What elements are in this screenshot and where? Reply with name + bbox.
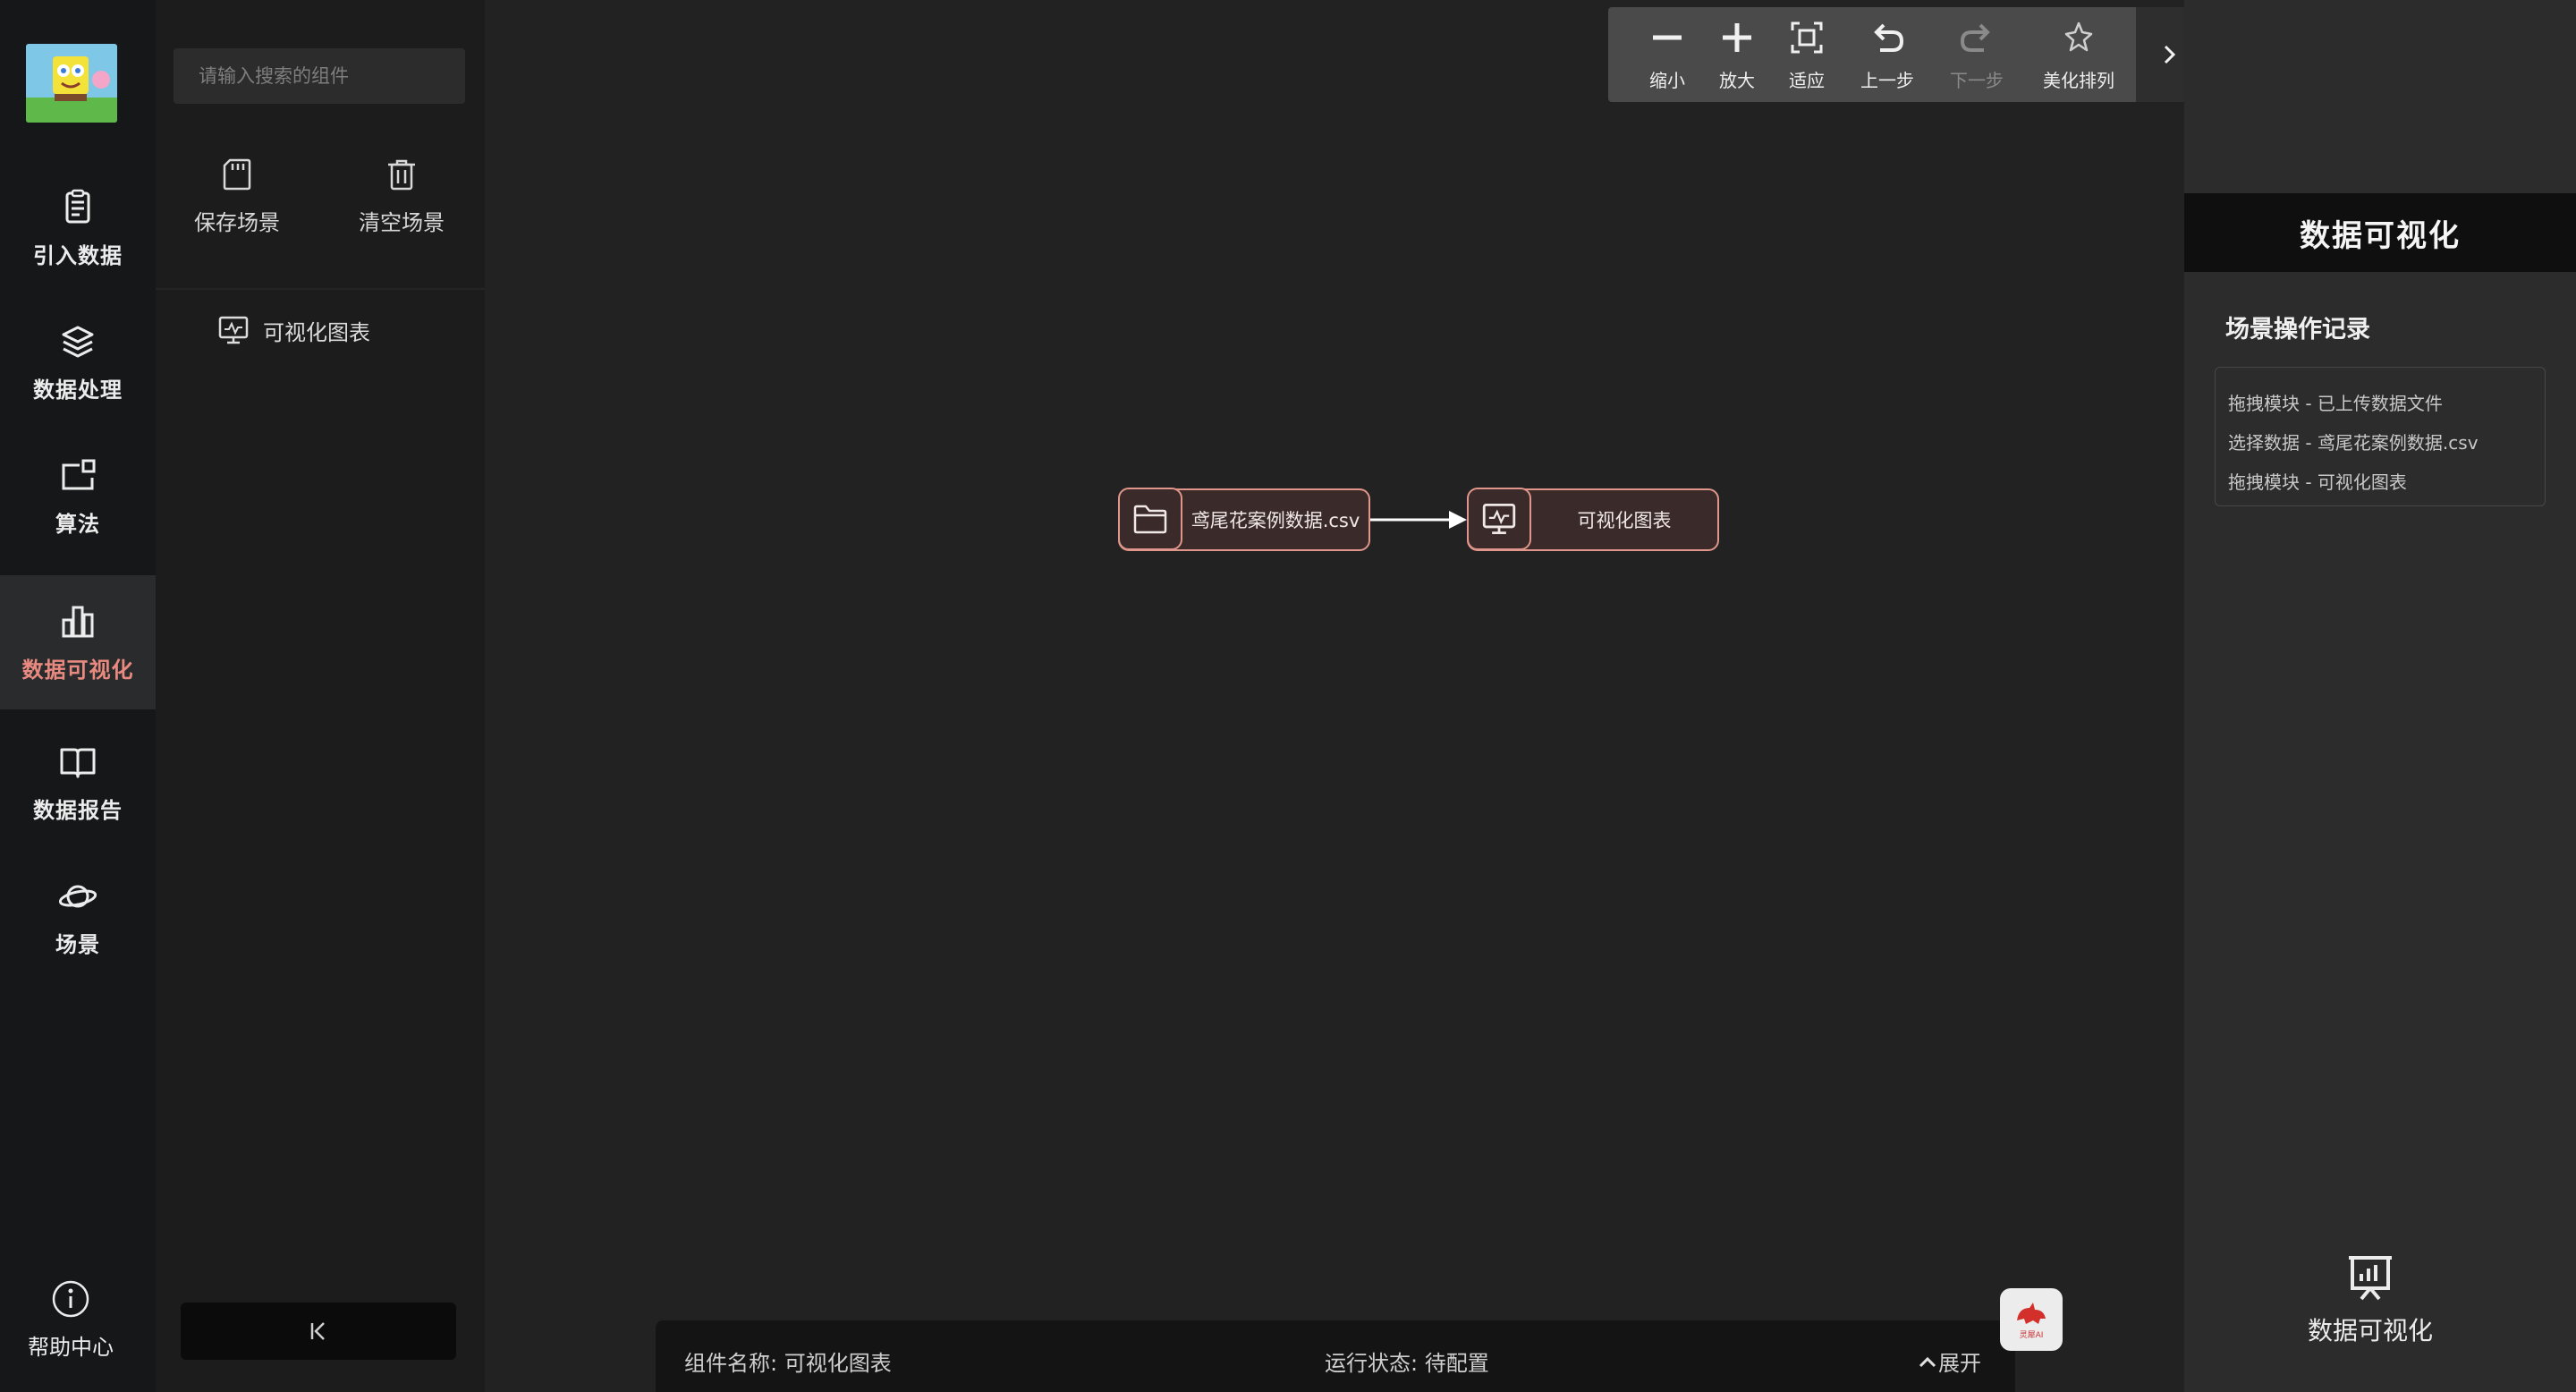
nav-item-data-processing[interactable]: 数据处理 (0, 295, 156, 429)
beautify-layout-label: 美化排列 (2043, 70, 2114, 91)
component-item-visual-chart[interactable]: 可视化图表 (218, 309, 370, 352)
save-scene-label: 保存场景 (194, 210, 280, 235)
trash-icon (388, 159, 415, 191)
zoom-in-button[interactable]: 放大 (1699, 7, 1775, 102)
nav-item-algorithm[interactable]: 算法 (0, 429, 156, 564)
nav-item-label: 算法 (55, 511, 100, 537)
collapse-panel-button[interactable] (181, 1303, 456, 1360)
operation-log-list: 拖拽模块 - 已上传数据文件 选择数据 - 鸢尾花案例数据.csv 拖拽模块 -… (2215, 367, 2546, 506)
undo-label: 上一步 (1860, 70, 1914, 91)
fit-view-button[interactable]: 适应 (1769, 7, 1844, 102)
monitor-chart-icon (1482, 503, 1516, 535)
chart-board-icon (2349, 1256, 2392, 1301)
right-panel: 数据可视化 场景操作记录 拖拽模块 - 已上传数据文件 选择数据 - 鸢尾花案例… (2184, 0, 2576, 1392)
canvas-toolbar: 缩小 放大 适应 上一步 下一步 美化排列 (1608, 7, 2136, 102)
component-panel: 保存场景 清空场景 可视化图表 (156, 0, 486, 1392)
data-visualization-label: 数据可视化 (2307, 1316, 2433, 1345)
connection-arrow (1370, 511, 1467, 529)
node-icon-box (1467, 488, 1531, 550)
chevron-up-icon (1919, 1356, 1936, 1367)
nav-item-label: 引入数据 (33, 242, 123, 268)
redo-button[interactable]: 下一步 (1939, 7, 2014, 102)
redo-icon (1960, 23, 1990, 52)
run-state-text: 运行状态: 待配置 (1325, 1351, 1489, 1376)
ai-assistant-button[interactable]: 灵犀AI (2000, 1288, 2063, 1351)
nav-item-label: 数据可视化 (21, 657, 134, 683)
layers-icon (62, 326, 94, 357)
collapse-left-icon (310, 1322, 325, 1340)
info-icon (52, 1280, 89, 1317)
avatar-image (26, 44, 117, 123)
bar-chart-icon (62, 606, 94, 637)
redo-label: 下一步 (1950, 70, 2004, 91)
import-data-icon (65, 189, 90, 223)
avatar[interactable] (26, 44, 117, 123)
nav-item-data-report[interactable]: 数据报告 (0, 716, 156, 850)
node-label: 鸢尾花案例数据.csv (1191, 510, 1360, 531)
rhino-logo-icon (2017, 1303, 2046, 1324)
chevron-right-icon (2164, 45, 2176, 64)
save-scene-button[interactable]: 保存场景 (170, 157, 304, 255)
magic-star-icon (2064, 21, 2093, 52)
clear-scene-label: 清空场景 (359, 210, 445, 235)
planet-icon (58, 885, 97, 907)
nav-item-label: 数据报告 (33, 797, 123, 823)
component-name-text: 组件名称: 可视化图表 (684, 1351, 892, 1376)
canvas-node-data-file[interactable]: 鸢尾花案例数据.csv (1118, 488, 1370, 551)
expand-status-button[interactable]: 展开 (1917, 1345, 1981, 1377)
workflow-canvas[interactable] (485, 0, 2184, 1392)
ai-assistant-label: 灵犀AI (2019, 1331, 2044, 1340)
left-nav: 引入数据 数据处理 算法 数据可视化 数据报告 场景 帮助中心 (0, 0, 156, 1392)
algorithm-icon (62, 459, 96, 489)
beautify-layout-button[interactable]: 美化排列 (2041, 7, 2116, 102)
book-icon (60, 748, 96, 777)
nav-item-data-visualization[interactable]: 数据可视化 (0, 575, 156, 709)
component-search-input[interactable] (174, 48, 465, 104)
nav-item-label: 数据处理 (33, 377, 123, 403)
panel-divider (156, 288, 485, 290)
help-center-label: 帮助中心 (28, 1334, 114, 1360)
fit-screen-icon (1791, 21, 1823, 54)
zoom-out-label: 缩小 (1649, 70, 1685, 91)
fit-view-label: 适应 (1789, 70, 1825, 91)
right-panel-title: 数据可视化 (2184, 193, 2576, 272)
monitor-chart-icon (218, 316, 249, 344)
help-center-button[interactable]: 帮助中心 (0, 1261, 141, 1378)
undo-button[interactable]: 上一步 (1850, 7, 1925, 102)
undo-icon (1874, 23, 1904, 52)
log-item: 选择数据 - 鸢尾花案例数据.csv (2228, 432, 2479, 454)
data-visualization-panel-button[interactable]: 数据可视化 (2290, 1252, 2451, 1369)
node-icon-box (1118, 488, 1182, 550)
node-label: 可视化图表 (1577, 510, 1672, 531)
nav-item-label: 场景 (55, 931, 100, 957)
folder-icon (1133, 505, 1167, 534)
plus-icon (1723, 23, 1751, 52)
nav-item-import-data[interactable]: 引入数据 (0, 161, 156, 295)
zoom-in-label: 放大 (1719, 70, 1755, 91)
expand-label: 展开 (1938, 1351, 1981, 1376)
log-item: 拖拽模块 - 已上传数据文件 (2228, 393, 2443, 414)
nav-item-scene[interactable]: 场景 (0, 850, 156, 984)
canvas-node-visual-chart[interactable]: 可视化图表 (1467, 488, 1719, 551)
minus-icon (1653, 35, 1682, 40)
zoom-out-button[interactable]: 缩小 (1630, 7, 1705, 102)
clear-scene-button[interactable]: 清空场景 (335, 157, 469, 255)
component-status-bar: 组件名称: 可视化图表 运行状态: 待配置 展开 (656, 1320, 2015, 1392)
save-icon (223, 158, 251, 191)
operation-log-title: 场景操作记录 (2225, 316, 2370, 344)
log-item: 拖拽模块 - 可视化图表 (2228, 471, 2407, 493)
component-item-label: 可视化图表 (263, 319, 370, 345)
